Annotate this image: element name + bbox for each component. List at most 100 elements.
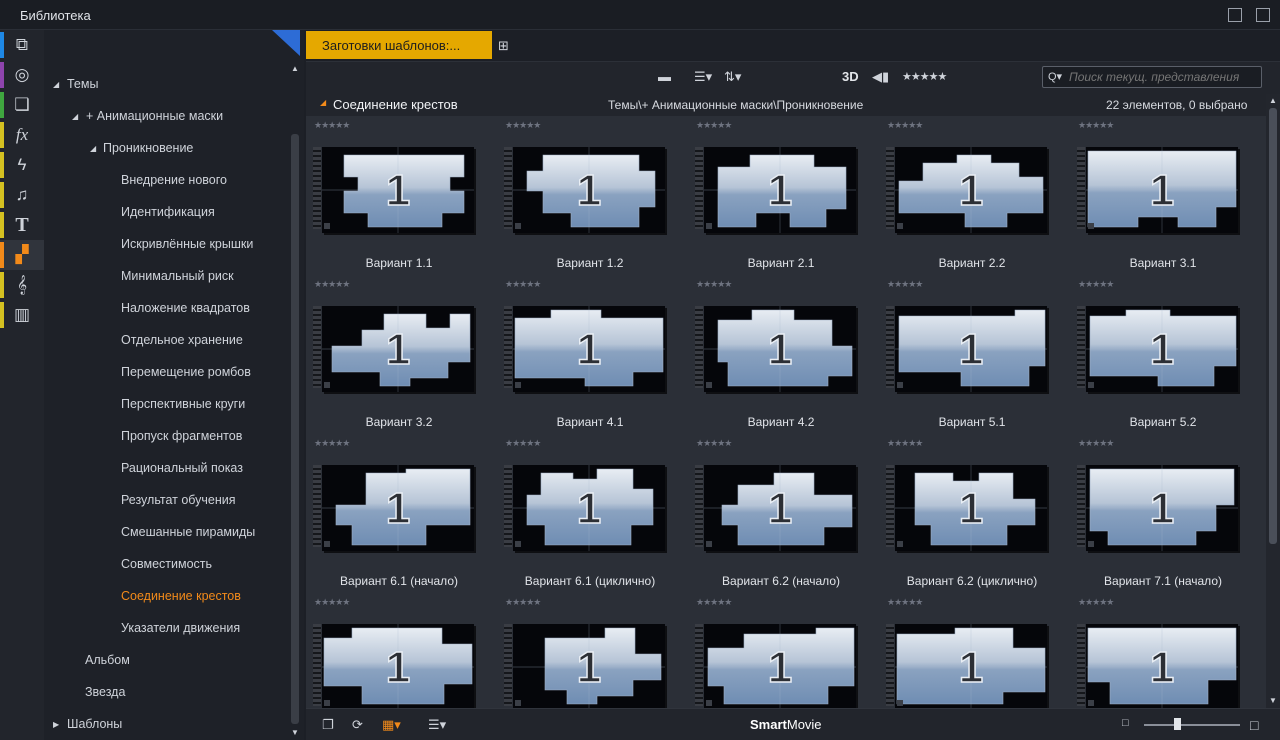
rating-filter[interactable]: ★★★★★ [902, 70, 947, 83]
collapse-arrow-icon[interactable]: ◢ [72, 112, 78, 121]
folder-icon[interactable]: ▬ [658, 69, 671, 84]
tree-item[interactable]: Результат обучения [121, 493, 236, 507]
template-item[interactable]: ★★★★★ 1 Вариант 5.2 [1070, 279, 1256, 438]
fx-icon[interactable]: fx [0, 120, 44, 150]
item-thumbnail[interactable]: 1 [513, 624, 665, 708]
restore-icon[interactable] [1256, 8, 1270, 22]
title-T-icon[interactable]: T [0, 210, 44, 240]
photos-icon[interactable]: ❏ [0, 90, 44, 120]
grid-view-icon[interactable]: ▦▾ [382, 717, 401, 733]
item-rating[interactable]: ★★★★★ [887, 438, 923, 449]
item-thumbnail[interactable]: 1 [513, 147, 665, 233]
project-bin-icon[interactable]: ⧉ [0, 30, 44, 60]
content-scrollbar-thumb[interactable] [1269, 108, 1277, 544]
item-thumbnail[interactable]: 1 [1086, 306, 1238, 392]
item-thumbnail[interactable]: 1 [704, 147, 856, 233]
tree-item[interactable]: Идентификация [121, 205, 215, 219]
tree-node-album[interactable]: Альбом [85, 653, 130, 667]
tree-item[interactable]: Пропуск фрагментов [121, 429, 242, 443]
add-tab-icon[interactable]: ⊞ [498, 38, 509, 54]
tree-scrollbar-thumb[interactable] [291, 134, 299, 724]
item-thumbnail[interactable]: 1 [704, 465, 856, 551]
template-item[interactable]: ★★★★★ 1 [1070, 597, 1256, 708]
template-item[interactable]: ★★★★★ 1 Вариант 1.1 [306, 120, 492, 279]
item-rating[interactable]: ★★★★★ [887, 597, 923, 608]
copy-icon[interactable]: ❐ [322, 717, 334, 733]
item-thumbnail[interactable]: 1 [895, 624, 1047, 708]
tree-item[interactable]: Перемещение ромбов [121, 365, 251, 379]
item-rating[interactable]: ★★★★★ [505, 438, 541, 449]
item-rating[interactable]: ★★★★★ [314, 120, 350, 131]
film-reel-icon[interactable]: ◎ [0, 60, 44, 90]
search-box[interactable]: Q▾ [1042, 66, 1262, 88]
item-rating[interactable]: ★★★★★ [696, 597, 732, 608]
template-item[interactable]: ★★★★★ 1 Вариант 7.1 (начало) [1070, 438, 1256, 597]
item-thumbnail[interactable]: 1 [895, 465, 1047, 551]
expand-arrow-icon[interactable]: ▶ [53, 720, 59, 729]
tree-item[interactable]: Перспективные круги [121, 397, 245, 411]
tree-node-star[interactable]: Звезда [85, 685, 125, 699]
item-rating[interactable]: ★★★★★ [314, 438, 350, 449]
refresh-icon[interactable]: ⟳ [352, 717, 363, 733]
list-view-icon[interactable]: ☰▾ [694, 69, 712, 85]
tree-item-selected[interactable]: Соединение крестов [121, 589, 241, 603]
tree-item[interactable]: Рациональный показ [121, 461, 243, 475]
item-rating[interactable]: ★★★★★ [696, 438, 732, 449]
zoom-large-icon[interactable]: □ [1250, 717, 1258, 733]
template-item[interactable]: ★★★★★ 1 Вариант 4.2 [688, 279, 874, 438]
template-item[interactable]: ★★★★★ 1 Вариант 2.2 [879, 120, 1065, 279]
scroll-up-icon[interactable]: ▲ [291, 64, 299, 73]
template-item[interactable]: ★★★★★ 1 Вариант 3.1 [1070, 120, 1256, 279]
item-rating[interactable]: ★★★★★ [1078, 279, 1114, 290]
item-thumbnail[interactable]: 1 [322, 624, 474, 708]
item-rating[interactable]: ★★★★★ [505, 597, 541, 608]
item-thumbnail[interactable]: 1 [322, 465, 474, 551]
item-rating[interactable]: ★★★★★ [887, 120, 923, 131]
tree-item[interactable]: Отдельное хранение [121, 333, 243, 347]
item-thumbnail[interactable]: 1 [704, 306, 856, 392]
tree-item[interactable]: Минимальный риск [121, 269, 234, 283]
template-item[interactable]: ★★★★★ 1 Вариант 5.1 [879, 279, 1065, 438]
item-rating[interactable]: ★★★★★ [505, 279, 541, 290]
pin-corner[interactable] [272, 30, 300, 56]
template-item[interactable]: ★★★★★ 1 Вариант 3.2 [306, 279, 492, 438]
item-rating[interactable]: ★★★★★ [505, 120, 541, 131]
tree-item[interactable]: Наложение квадратов [121, 301, 250, 315]
item-thumbnail[interactable]: 1 [322, 306, 474, 392]
item-rating[interactable]: ★★★★★ [1078, 597, 1114, 608]
undock-icon[interactable] [1228, 8, 1242, 22]
item-thumbnail[interactable]: 1 [895, 147, 1047, 233]
search-icon[interactable]: Q▾ [1048, 70, 1062, 83]
tree-item[interactable]: Указатели движения [121, 621, 240, 635]
template-item[interactable]: ★★★★★ 1 Вариант 6.2 (циклично) [879, 438, 1065, 597]
tree-node-animated-masks[interactable]: + Анимационные маски [86, 109, 223, 123]
tree-item[interactable]: Совместимость [121, 557, 212, 571]
template-item[interactable]: ★★★★★ 1 Вариант 2.1 [688, 120, 874, 279]
tree-node-themes[interactable]: Темы [67, 77, 98, 91]
item-thumbnail[interactable]: 1 [1086, 624, 1238, 708]
tag-icon[interactable]: ◀▮ [872, 69, 889, 85]
item-thumbnail[interactable]: 1 [513, 465, 665, 551]
scroll-up-icon[interactable]: ▲ [1269, 96, 1277, 105]
scroll-down-icon[interactable]: ▼ [1269, 696, 1277, 705]
item-thumbnail[interactable]: 1 [704, 624, 856, 708]
scroll-down-icon[interactable]: ▼ [291, 728, 299, 737]
item-thumbnail[interactable]: 1 [1086, 465, 1238, 551]
lightning-icon[interactable]: ϟ [0, 150, 44, 180]
item-rating[interactable]: ★★★★★ [696, 120, 732, 131]
template-item[interactable]: ★★★★★ 1 Вариант 6.2 (начало) [688, 438, 874, 597]
item-rating[interactable]: ★★★★★ [314, 279, 350, 290]
piano-keys-icon[interactable]: ▥ [0, 300, 44, 330]
treble-clef-icon[interactable]: 𝄞 [0, 270, 44, 300]
zoom-small-icon[interactable]: □ [1122, 717, 1129, 729]
sort-icon[interactable]: ⇅▾ [724, 69, 741, 85]
music-note-icon[interactable]: ♫ [0, 180, 44, 210]
item-thumbnail[interactable]: 1 [322, 147, 474, 233]
collapse-arrow-icon[interactable]: ◢ [53, 80, 59, 89]
item-rating[interactable]: ★★★★★ [887, 279, 923, 290]
item-rating[interactable]: ★★★★★ [1078, 120, 1114, 131]
search-input[interactable] [1069, 69, 1259, 85]
item-thumbnail[interactable]: 1 [1086, 147, 1238, 233]
tab-templates[interactable]: Заготовки шаблонов:... [306, 31, 492, 59]
item-rating[interactable]: ★★★★★ [314, 597, 350, 608]
